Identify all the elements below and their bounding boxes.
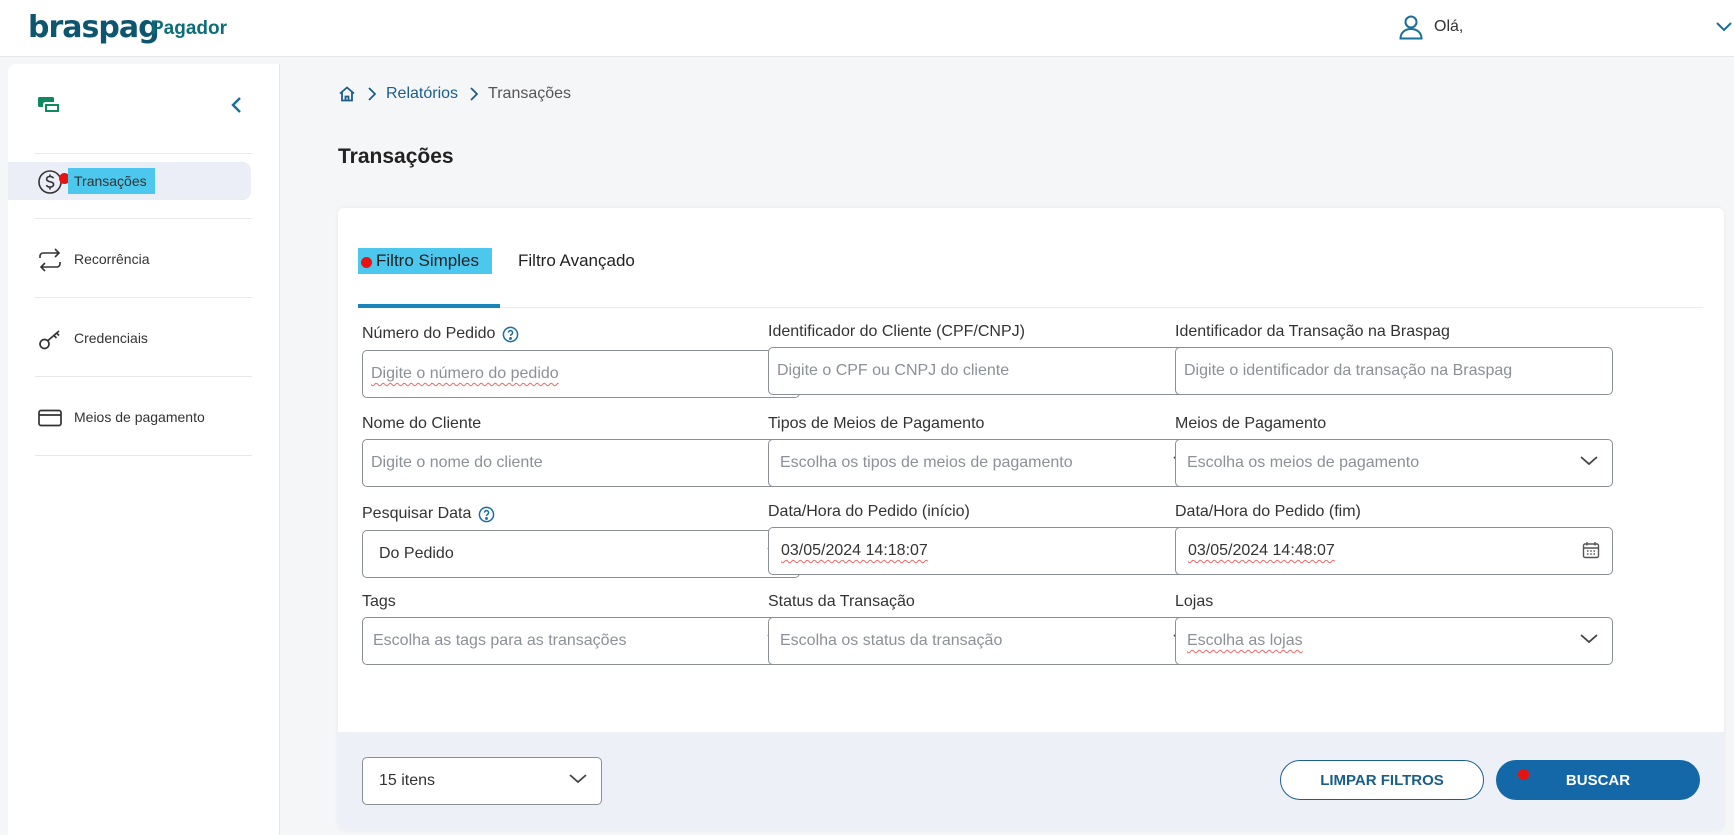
select-value: 15 itens xyxy=(379,772,436,789)
filter-tabs: Filtro Simples Filtro Avançado xyxy=(358,238,1703,308)
credit-card-icon xyxy=(38,409,62,427)
breadcrumb: Relatórios Transações xyxy=(338,85,571,103)
label-text: Pesquisar Data xyxy=(362,505,472,522)
date-start-label: Data/Hora do Pedido (início) xyxy=(768,503,970,520)
date-end-input[interactable]: 03/05/2024 14:48:07 xyxy=(1175,527,1613,575)
sidebar-item-label: Transações xyxy=(68,168,155,194)
divider xyxy=(35,376,252,377)
divider xyxy=(35,455,252,456)
page-size-select[interactable]: 15 itens xyxy=(362,757,602,805)
sidebar-item-credenciais[interactable]: Credenciais xyxy=(8,319,251,357)
user-icon xyxy=(1399,15,1423,40)
button-label: BUSCAR xyxy=(1565,771,1631,789)
braspag-logo[interactable]: braspag xyxy=(28,10,160,45)
user-menu[interactable]: Olá, xyxy=(1398,14,1463,40)
transaction-id-label: Identificador da Transação na Braspag xyxy=(1175,323,1450,340)
search-button[interactable]: BUSCAR xyxy=(1496,760,1700,800)
customer-id-input[interactable]: Digite o CPF ou CNPJ do cliente xyxy=(768,347,1206,395)
sidebar-item-label: Credenciais xyxy=(74,330,148,346)
transaction-id-input[interactable]: Digite o identificador da transação na B… xyxy=(1175,347,1613,395)
stores-label: Lojas xyxy=(1175,593,1214,610)
help-icon[interactable] xyxy=(478,506,495,523)
chevron-down-icon xyxy=(569,774,587,784)
order-number-input[interactable]: Digite o número do pedido xyxy=(362,350,800,398)
payment-methods-select[interactable]: Escolha os meios de pagamento xyxy=(1175,439,1613,487)
chevron-down-icon[interactable] xyxy=(1716,22,1732,32)
stores-select[interactable]: Escolha as lojas xyxy=(1175,617,1613,665)
key-icon xyxy=(39,330,60,350)
select-placeholder: Escolha as lojas xyxy=(1187,632,1303,649)
sidebar-item-recorrencia[interactable]: Recorrência xyxy=(8,240,251,278)
date-start-input[interactable]: 03/05/2024 14:18:07 xyxy=(768,527,1206,575)
chevron-down-icon xyxy=(1580,634,1598,644)
payment-types-select[interactable]: Escolha os tipos de meios de pagamento xyxy=(768,439,1206,487)
select-placeholder: Escolha os tipos de meios de pagamento xyxy=(780,454,1073,471)
input-placeholder: Digite o CPF ou CNPJ do cliente xyxy=(777,362,1010,379)
breadcrumb-relatorios[interactable]: Relatórios xyxy=(386,85,458,103)
status-select[interactable]: Escolha os status da transação xyxy=(768,617,1206,665)
input-value: 03/05/2024 14:18:07 xyxy=(781,542,928,559)
user-greeting: Olá, xyxy=(1434,18,1464,35)
sidebar: Transações Recorrência Credenciais Meios… xyxy=(8,64,280,835)
calendar-icon[interactable] xyxy=(1582,541,1600,559)
payment-types-label: Tipos de Meios de Pagamento xyxy=(768,415,985,432)
select-value: Do Pedido xyxy=(379,545,454,562)
input-placeholder: Digite o nome do cliente xyxy=(371,454,543,471)
top-bar: braspag Pagador Olá, xyxy=(0,0,1734,57)
divider xyxy=(35,153,252,154)
breadcrumb-transacoes: Transações xyxy=(488,85,572,102)
select-placeholder: Escolha os status da transação xyxy=(780,632,1003,649)
input-placeholder: Digite o número do pedido xyxy=(371,365,559,382)
sidebar-item-meios-de-pagamento[interactable]: Meios de pagamento xyxy=(8,398,251,436)
filter-card: Filtro Simples Filtro Avançado Número do… xyxy=(338,208,1724,830)
status-label: Status da Transação xyxy=(768,593,915,610)
customer-name-input[interactable]: Digite o nome do cliente xyxy=(362,439,800,487)
customer-id-label: Identificador do Cliente (CPF/CNPJ) xyxy=(768,323,1025,340)
tags-select[interactable]: Escolha as tags para as transações xyxy=(362,617,800,665)
date-search-select[interactable]: Do Pedido xyxy=(362,530,800,578)
date-end-label: Data/Hora do Pedido (fim) xyxy=(1175,503,1361,520)
tab-label: Filtro Avançado xyxy=(518,251,635,270)
date-search-label: Pesquisar Data xyxy=(362,505,495,523)
divider xyxy=(35,297,252,298)
home-icon[interactable] xyxy=(338,85,356,103)
app-logo-icon xyxy=(38,97,61,114)
label-text: Número do Pedido xyxy=(362,325,496,342)
tags-label: Tags xyxy=(362,593,396,610)
repeat-arrows-icon xyxy=(39,248,61,272)
sidebar-item-label: Meios de pagamento xyxy=(74,409,205,425)
divider xyxy=(35,218,252,219)
clear-filters-button[interactable]: LIMPAR FILTROS xyxy=(1280,760,1484,800)
red-marker-dot xyxy=(361,257,372,268)
select-placeholder: Escolha as tags para as transações xyxy=(373,632,627,649)
tab-label: Filtro Simples xyxy=(358,248,492,274)
tab-filtro-simples[interactable]: Filtro Simples xyxy=(358,238,500,308)
collapse-sidebar-icon[interactable] xyxy=(230,96,242,114)
input-placeholder: Digite o identificador da transação na B… xyxy=(1184,362,1513,379)
product-name: Pagador xyxy=(151,18,228,39)
page-title: Transações xyxy=(338,145,454,168)
order-number-label: Número do Pedido xyxy=(362,325,519,343)
dollar-circle-icon xyxy=(38,170,62,194)
payment-methods-label: Meios de Pagamento xyxy=(1175,415,1327,432)
filter-footer: 15 itens LIMPAR FILTROS BUSCAR xyxy=(338,732,1724,830)
red-marker-dot xyxy=(1518,769,1529,780)
chevron-down-icon xyxy=(1580,456,1598,466)
chevron-right-icon xyxy=(368,87,376,101)
sidebar-item-label: Recorrência xyxy=(74,251,150,267)
chevron-right-icon xyxy=(470,87,479,101)
sidebar-item-transacoes[interactable]: Transações xyxy=(8,162,251,200)
help-icon[interactable] xyxy=(502,326,519,343)
input-value: 03/05/2024 14:48:07 xyxy=(1188,542,1335,559)
customer-name-label: Nome do Cliente xyxy=(362,415,482,432)
select-placeholder: Escolha os meios de pagamento xyxy=(1187,454,1420,471)
